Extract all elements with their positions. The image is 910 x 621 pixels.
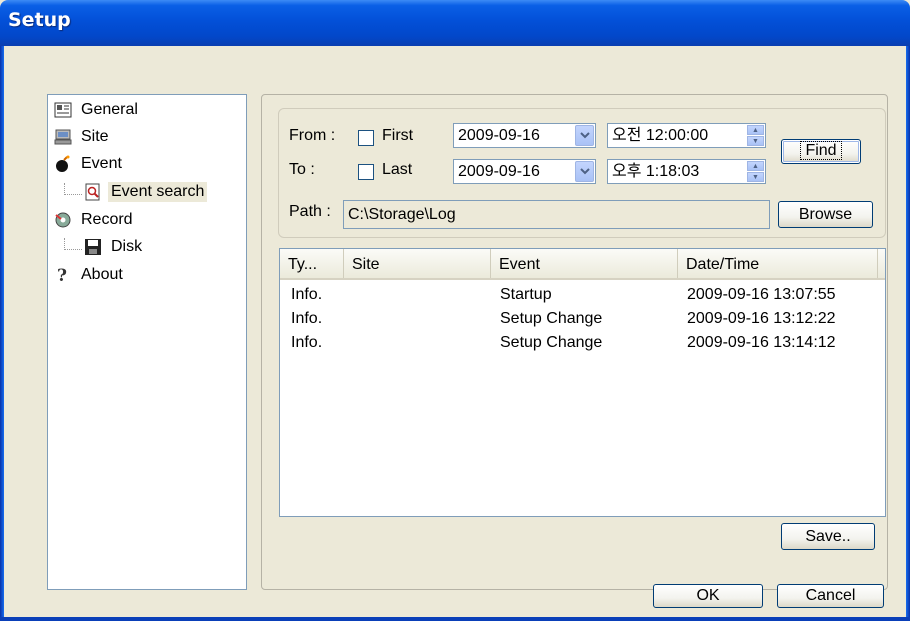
from-label: From : [289, 127, 336, 144]
first-checkbox[interactable] [358, 130, 374, 146]
from-time-picker[interactable]: 오전 12:00:00 ▲ ▼ [607, 123, 766, 148]
tree-item-general[interactable]: General [54, 98, 141, 122]
chevron-down-icon[interactable] [575, 161, 594, 182]
event-search-icon [84, 183, 102, 201]
last-checkbox[interactable] [358, 164, 374, 180]
event-icon [54, 155, 72, 173]
svg-text:?: ? [57, 266, 67, 284]
chevron-down-icon[interactable] [575, 125, 594, 146]
tree-item-label: Disk [111, 238, 143, 255]
time-spinner[interactable]: ▲ ▼ [747, 125, 764, 146]
spin-down-icon[interactable]: ▼ [747, 172, 764, 182]
column-header-event[interactable]: Event [491, 249, 678, 278]
tree-item-label: Record [81, 211, 133, 228]
tree-item-site[interactable]: Site [54, 125, 112, 149]
tree-item-label: Event search [108, 182, 208, 202]
general-icon [54, 101, 72, 119]
path-value: C:\Storage\Log [348, 206, 456, 223]
tree-item-label: About [81, 266, 123, 283]
time-spinner[interactable]: ▲ ▼ [747, 161, 764, 182]
tree-connector [64, 249, 82, 250]
first-label: First [382, 127, 414, 144]
to-label: To : [289, 161, 315, 178]
cancel-button-label: Cancel [805, 587, 856, 604]
spin-down-icon[interactable]: ▼ [747, 136, 764, 146]
browse-button[interactable]: Browse [778, 201, 873, 228]
tree-item-event[interactable]: Event [54, 152, 125, 176]
disk-icon [84, 238, 102, 256]
event-log-list[interactable]: Ty... Site Event Date/Time Info. Startup… [279, 248, 886, 517]
tree-connector [64, 194, 82, 195]
from-date-value: 2009-09-16 [458, 127, 540, 144]
record-icon [54, 211, 72, 229]
list-header: Ty... Site Event Date/Time [280, 249, 885, 280]
tree-item-about[interactable]: ? About [54, 263, 126, 287]
browse-button-label: Browse [798, 206, 853, 223]
about-icon: ? [54, 266, 72, 286]
path-field[interactable]: C:\Storage\Log [343, 200, 770, 229]
cell-type: Info. [291, 334, 323, 351]
tree-item-label: Event [81, 155, 122, 172]
ok-button[interactable]: OK [653, 584, 763, 608]
to-time-picker[interactable]: 오후 1:18:03 ▲ ▼ [607, 159, 766, 184]
cell-type: Info. [291, 286, 323, 303]
tree-item-label: General [81, 101, 138, 118]
find-button[interactable]: Find [781, 139, 861, 164]
tree-item-event-search[interactable]: Event search [84, 180, 208, 204]
cell-datetime: 2009-09-16 13:07:55 [687, 286, 836, 303]
tree-item-label: Site [81, 128, 109, 145]
column-header-site[interactable]: Site [344, 249, 491, 278]
window-frame-bottom [0, 617, 910, 621]
title-bar[interactable]: Setup [0, 0, 910, 46]
settings-tree[interactable]: General Site Event Event search Record D… [47, 94, 247, 590]
window-frame-right [906, 46, 910, 621]
tree-item-disk[interactable]: Disk [84, 235, 145, 259]
to-date-value: 2009-09-16 [458, 163, 540, 180]
site-icon [54, 128, 72, 146]
to-time-value: 오후 1:18:03 [612, 163, 700, 180]
window-title: Setup [8, 9, 71, 31]
cell-event: Setup Change [500, 334, 603, 351]
save-button-label: Save.. [805, 528, 851, 545]
tree-item-record[interactable]: Record [54, 208, 136, 232]
table-row[interactable]: Info. Setup Change 2009-09-16 13:12:22 [280, 310, 885, 331]
column-header-type[interactable]: Ty... [280, 249, 344, 278]
from-date-picker[interactable]: 2009-09-16 [453, 123, 596, 148]
cell-event: Startup [500, 286, 552, 303]
from-time-value: 오전 12:00:00 [612, 127, 709, 144]
cancel-button[interactable]: Cancel [777, 584, 884, 608]
cell-datetime: 2009-09-16 13:14:12 [687, 334, 836, 351]
column-header-datetime[interactable]: Date/Time [678, 249, 878, 278]
path-label: Path : [289, 203, 331, 220]
ok-button-label: OK [696, 587, 720, 604]
cell-datetime: 2009-09-16 13:12:22 [687, 310, 836, 327]
cell-type: Info. [291, 310, 323, 327]
find-button-label: Find [800, 141, 842, 160]
table-row[interactable]: Info. Startup 2009-09-16 13:07:55 [280, 286, 885, 307]
cell-event: Setup Change [500, 310, 603, 327]
table-row[interactable]: Info. Setup Change 2009-09-16 13:14:12 [280, 334, 885, 355]
to-date-picker[interactable]: 2009-09-16 [453, 159, 596, 184]
last-label: Last [382, 161, 413, 178]
save-button[interactable]: Save.. [781, 523, 875, 550]
